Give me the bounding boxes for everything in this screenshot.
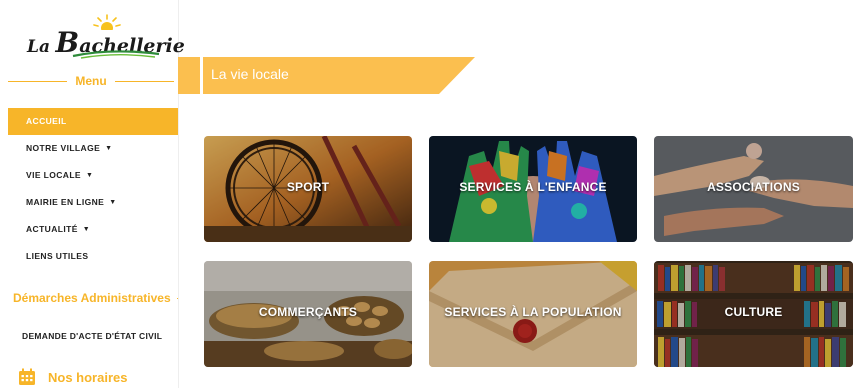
tile-label: SPORT: [286, 180, 330, 194]
sidebar: La Bachellerie Menu ACCUEIL NOTRE VILLAG…: [0, 0, 185, 388]
nav-item-label: ACCUEIL: [26, 116, 67, 126]
tile-services-enfance[interactable]: SERVICES À L'ENFANCE: [429, 136, 637, 242]
chevron-down-icon: ▼: [86, 172, 94, 179]
banner-accent-tab: [178, 57, 200, 94]
tile-label: CULTURE: [724, 305, 783, 319]
chevron-down-icon: ▼: [105, 145, 113, 152]
chevron-down-icon: ▼: [82, 226, 91, 233]
nav-item-liens-utiles[interactable]: LIENS UTILES: [8, 243, 178, 270]
nav-item-actualite[interactable]: ACTUALITÉ ▼: [8, 216, 178, 243]
chevron-down-icon: ▼: [109, 199, 117, 206]
nav-item-mairie-en-ligne[interactable]: MAIRIE EN LIGNE ▼: [8, 189, 178, 216]
main-nav: ACCUEIL NOTRE VILLAGE ▼ VIE LOCALE ▼ MAIRI…: [8, 108, 178, 270]
tile-culture[interactable]: CULTURE: [654, 261, 853, 367]
nav-item-accueil[interactable]: ACCUEIL: [8, 108, 178, 135]
tile-label: SERVICES À L'ENFANCE: [459, 180, 607, 194]
nav-item-label: NOTRE VILLAGE: [26, 143, 101, 153]
nav-item-notre-village[interactable]: NOTRE VILLAGE ▼: [8, 135, 178, 162]
nav-item-label: MAIRIE EN LIGNE: [26, 197, 105, 207]
site-logo[interactable]: La Bachellerie: [27, 12, 185, 62]
nav-item-label: VIE LOCALE: [26, 170, 82, 180]
nav-item-vie-locale[interactable]: VIE LOCALE ▼: [8, 162, 178, 189]
tile-label: COMMERÇANTS: [258, 305, 358, 319]
demande-acte-link[interactable]: DEMANDE D'ACTE D'ÉTAT CIVIL: [22, 331, 162, 341]
menu-divider-left: [8, 80, 68, 82]
logo-swoosh: [72, 50, 160, 59]
nav-item-label: ACTUALITÉ: [26, 224, 78, 234]
demarches-heading-label: Démarches Administratives: [13, 291, 171, 305]
menu-heading-label: Menu: [75, 74, 107, 88]
horaires-heading[interactable]: Nos horaires: [18, 368, 127, 386]
calendar-icon: [19, 368, 35, 385]
menu-divider-right: [114, 80, 174, 82]
tile-label: ASSOCIATIONS: [707, 180, 800, 194]
section-banner: La vie locale: [203, 57, 475, 94]
logo-word-la: La: [27, 37, 50, 57]
tile-services-population[interactable]: SERVICES À LA POPULATION: [429, 261, 637, 367]
section-title: La vie locale: [211, 66, 289, 82]
tile-commercants[interactable]: COMMERÇANTS: [204, 261, 412, 367]
tile-label: SERVICES À LA POPULATION: [444, 305, 622, 319]
tile-associations[interactable]: ASSOCIATIONS: [654, 136, 853, 242]
horaires-label: Nos horaires: [48, 369, 128, 385]
menu-heading: Menu: [8, 73, 174, 89]
nav-item-label: LIENS UTILES: [26, 251, 89, 261]
demarches-divider: [176, 297, 178, 299]
demarches-heading: Démarches Administratives: [8, 289, 178, 307]
tile-sport[interactable]: SPORT: [204, 136, 412, 242]
